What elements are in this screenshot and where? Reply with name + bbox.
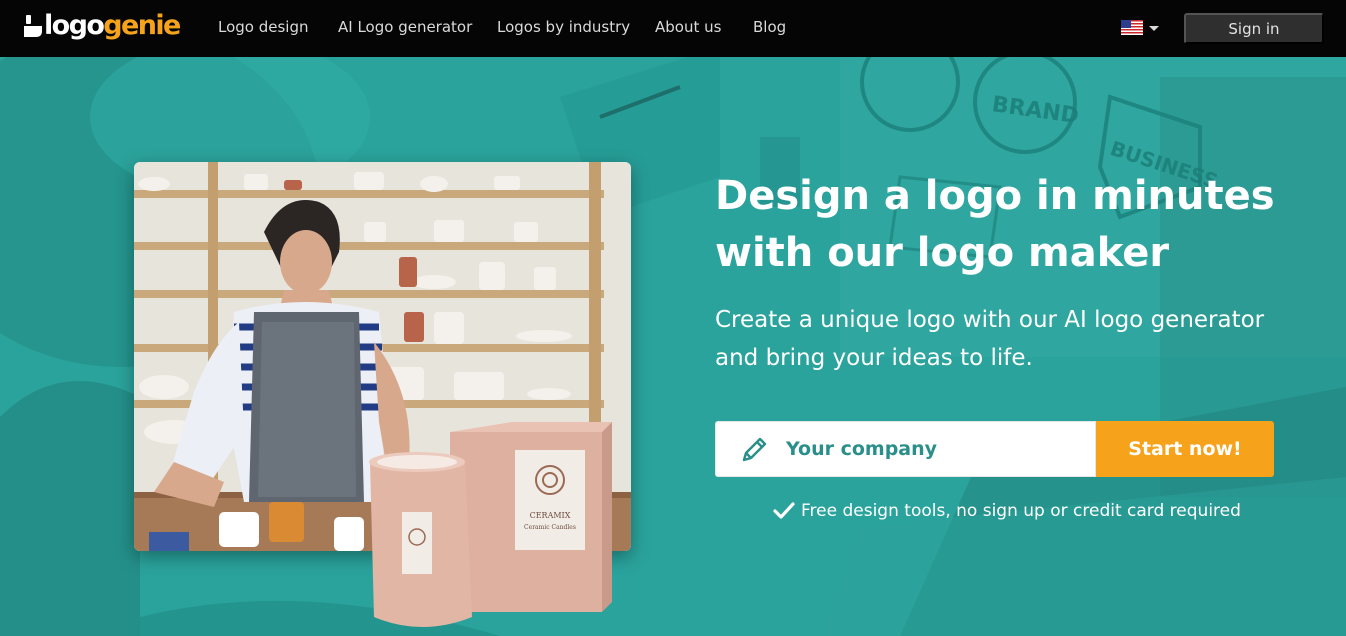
logo-wordmark: logogenie: [44, 10, 181, 41]
us-flag-icon[interactable]: [1121, 20, 1143, 35]
nav-logos-by-industry[interactable]: Logos by industry: [497, 18, 630, 36]
free-tools-note-text: Free design tools, no sign up or credit …: [801, 501, 1241, 521]
logo-wordmark-part1: logo: [44, 10, 105, 41]
pencil-icon: [742, 437, 767, 462]
nav-ai-logo-generator[interactable]: AI Logo generator: [338, 18, 472, 36]
nav-about-us[interactable]: About us: [655, 18, 721, 36]
candle-box-brand: CERAMIX: [530, 511, 571, 520]
headline-line-2: with our logo maker: [715, 230, 1170, 276]
start-now-button[interactable]: Start now!: [1096, 421, 1274, 477]
candle-box-subtitle: Ceramic Candles: [524, 524, 576, 531]
logo-wordmark-part2: genie: [103, 10, 181, 41]
company-name-form: Start now!: [715, 421, 1274, 477]
hero-subheadline: Create a unique logo with our AI logo ge…: [715, 301, 1315, 377]
logo-lamp-icon: [24, 15, 42, 37]
chevron-down-icon[interactable]: [1149, 26, 1159, 31]
ceramix-candle-product: CERAMIX Ceramic Candles: [369, 422, 612, 627]
nav-logo-design[interactable]: Logo design: [218, 18, 309, 36]
company-input-wrapper[interactable]: [715, 421, 1096, 477]
subline-line-1: Create a unique logo with our AI logo ge…: [715, 307, 1265, 333]
company-name-input[interactable]: [786, 422, 1086, 476]
headline-line-1: Design a logo in minutes: [715, 173, 1275, 219]
free-tools-note: Free design tools, no sign up or credit …: [773, 501, 1241, 521]
nav-blog[interactable]: Blog: [753, 18, 786, 36]
checkmark-icon: [773, 502, 795, 519]
top-navbar: logogenie Logo design AI Logo generator …: [0, 0, 1346, 57]
hero-section: BRAND BUSINESS CERAMIX Ceramic Candles D…: [0, 57, 1346, 636]
subline-line-2: and bring your ideas to life.: [715, 345, 1033, 371]
sign-in-button[interactable]: Sign in: [1184, 13, 1324, 44]
hero-headline: Design a logo in minutes with our logo m…: [715, 168, 1335, 282]
